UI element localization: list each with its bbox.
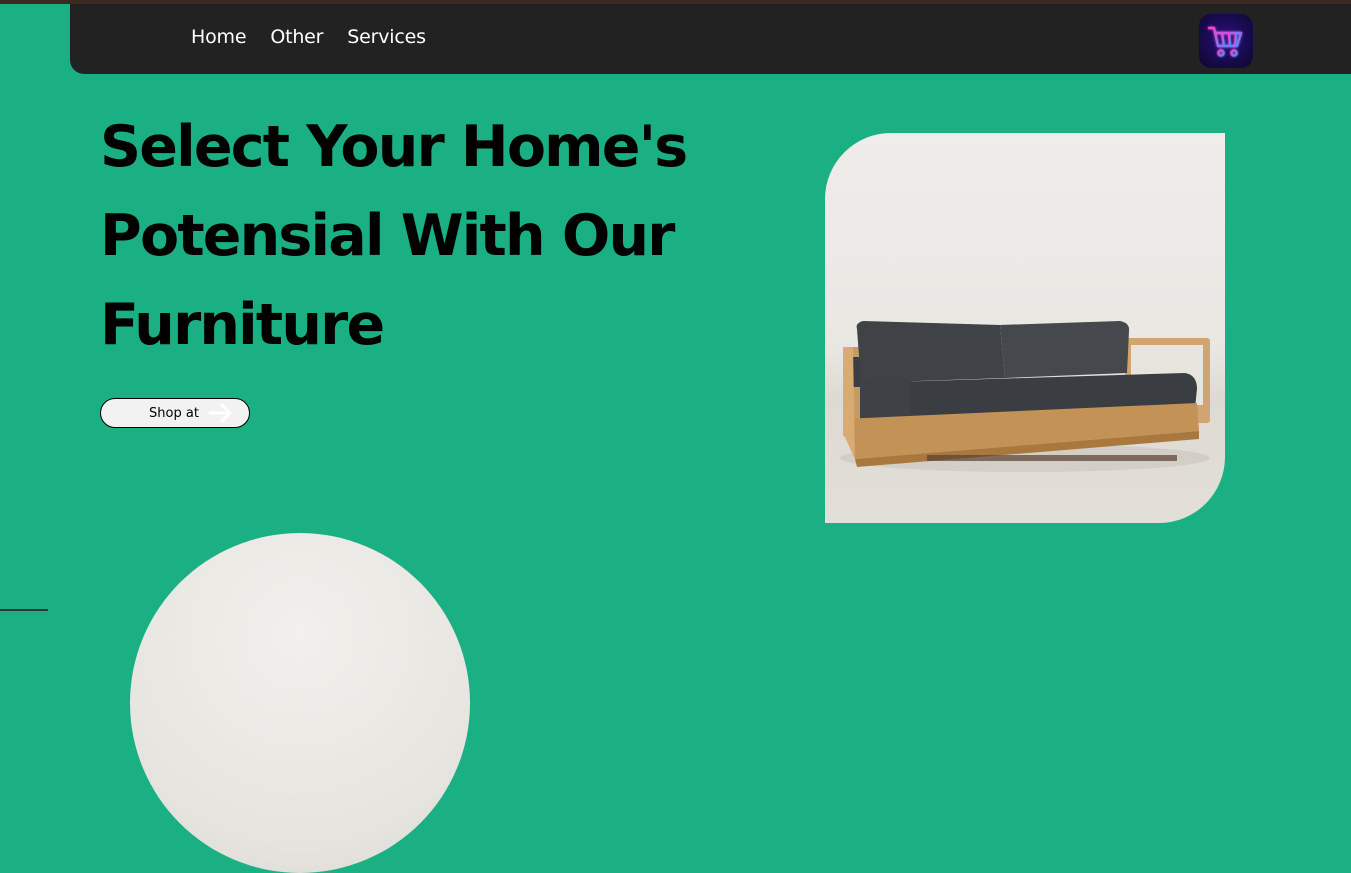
arrow-right-icon	[208, 403, 232, 423]
shop-button-label: Shop at	[149, 405, 199, 421]
nav-link-other[interactable]: Other	[270, 26, 323, 48]
shopping-cart-icon	[1207, 26, 1243, 57]
nav-link-home[interactable]: Home	[191, 26, 247, 48]
cart-button[interactable]	[1199, 14, 1253, 68]
decorative-circle-image	[130, 533, 470, 873]
shop-button[interactable]: Shop at	[100, 398, 250, 428]
product-image-card	[825, 133, 1225, 523]
nav-link-services[interactable]: Services	[347, 26, 426, 48]
sofa-image	[840, 321, 1210, 472]
hero-title: Select Your Home's Potensial With Our Fu…	[100, 114, 688, 358]
navbar: Home Other Services	[70, 4, 1351, 74]
nav-links: Home Other Services	[191, 26, 426, 48]
